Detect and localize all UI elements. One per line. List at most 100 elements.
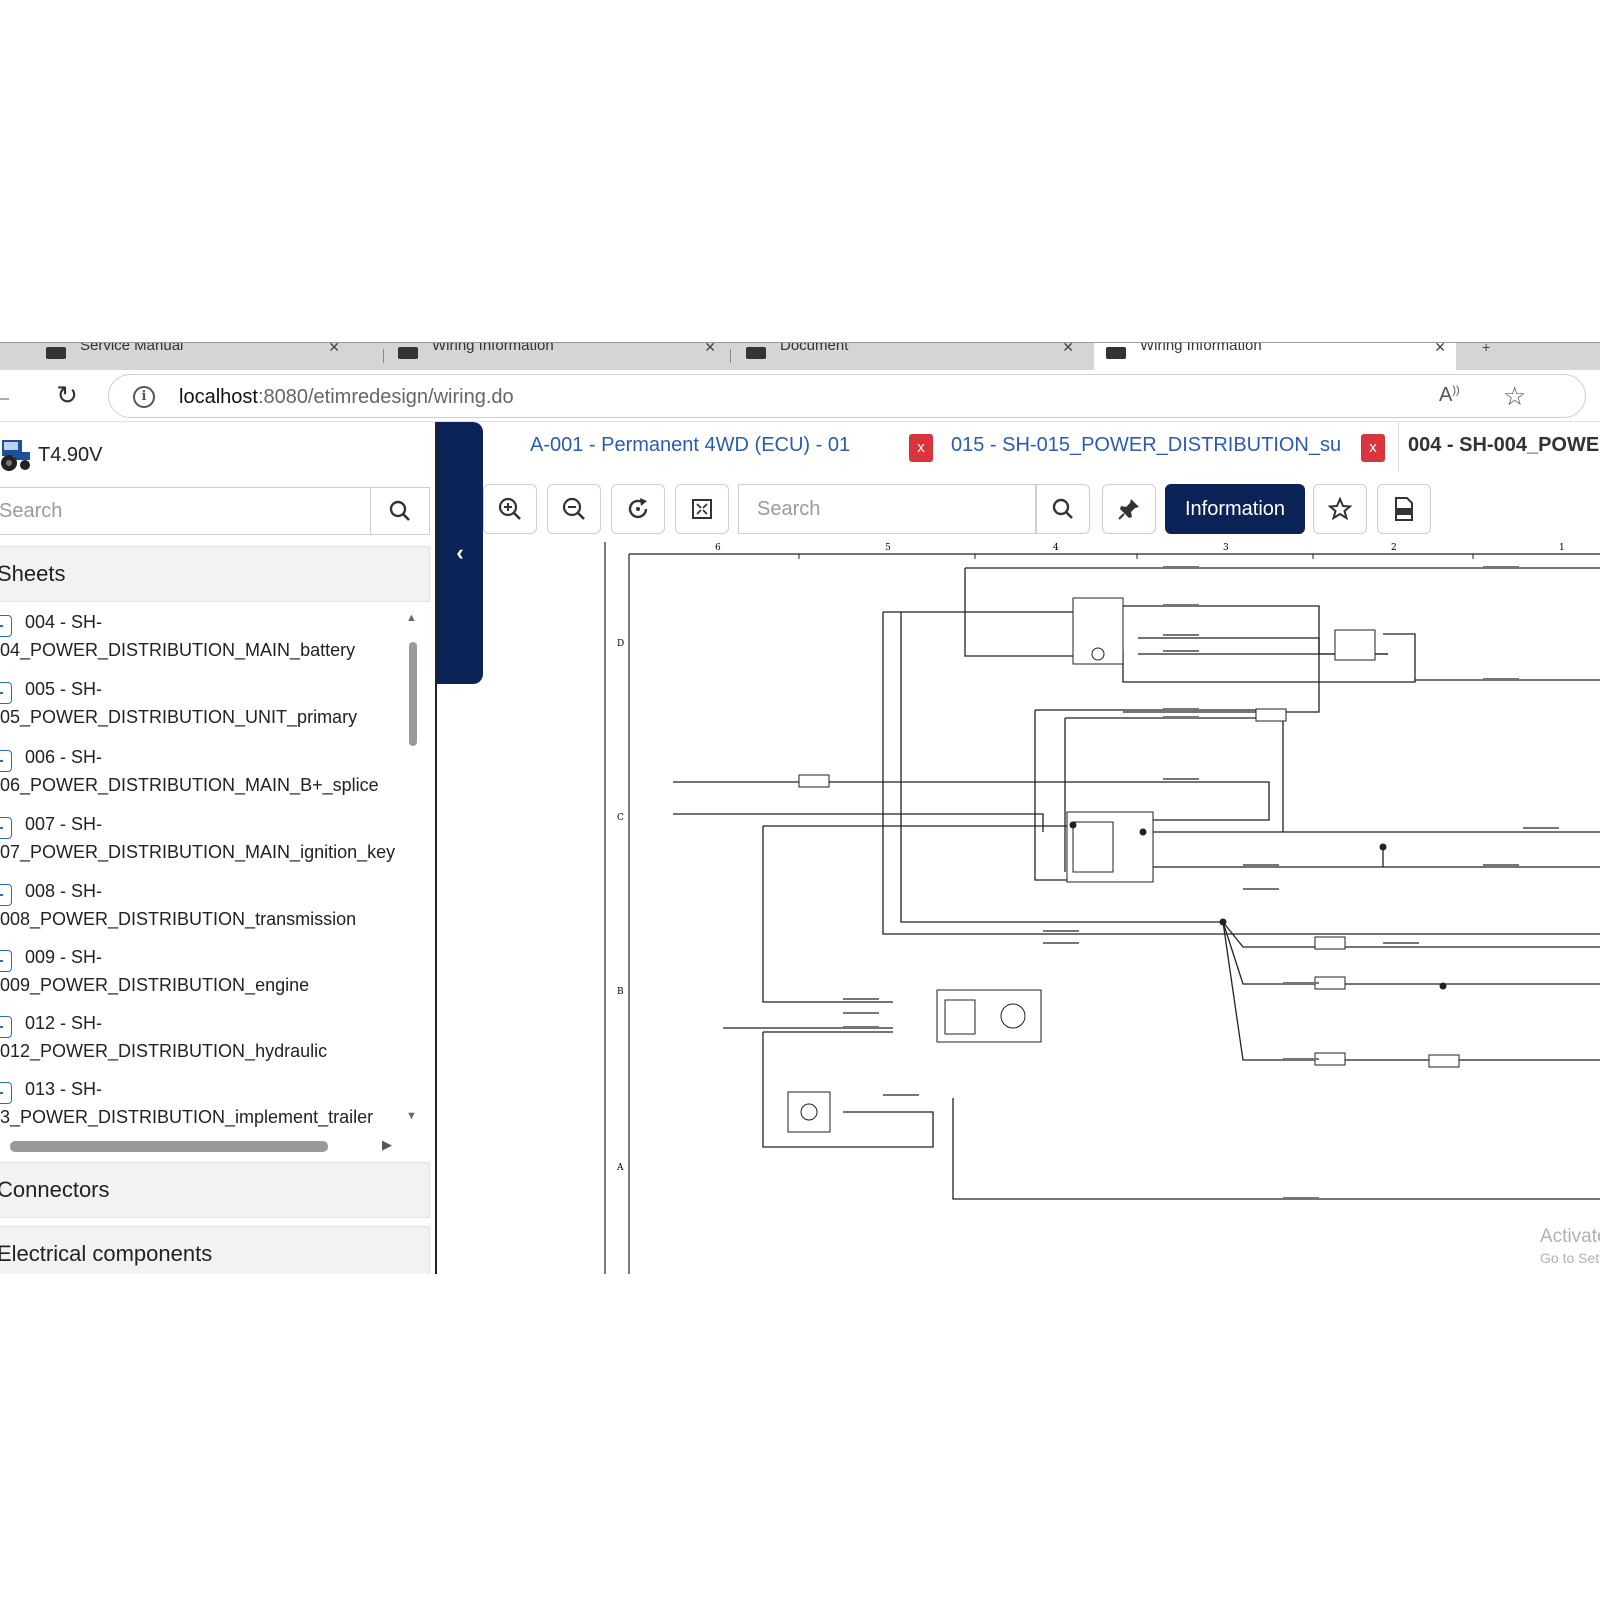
wire [762,826,893,1003]
collapse-icon[interactable] [0,1082,12,1104]
junction-dot [1379,843,1387,851]
plus-icon: + [1482,343,1491,355]
back-arrow-icon[interactable]: ← [0,382,14,410]
info-icon[interactable]: i [133,386,155,408]
sheet-item-name: 009_POWER_DISTRIBUTION_engine [0,975,310,995]
collapse-icon[interactable] [0,682,12,704]
new-tab-button[interactable]: + [1460,343,1520,370]
wire [952,1098,1600,1200]
sheet-item-number: 004 - SH- [25,612,103,632]
close-icon[interactable]: ✕ [328,343,340,356]
zoom-in-icon [498,497,521,520]
sheets-section-header[interactable]: Sheets [0,546,430,602]
browser-tab[interactable]: Wiring Information ✕ [386,343,726,370]
connectors-section-header[interactable]: Connectors [0,1162,430,1218]
export-pdf-button[interactable] [1377,484,1431,534]
favorite-button[interactable] [1313,484,1367,534]
browser-tab-active[interactable]: Wiring Information ✕ [1094,343,1456,370]
wire-label-mark [883,1094,919,1096]
collapse-icon[interactable] [0,950,12,972]
column-label: 1 [1559,543,1565,553]
diagram-search-button[interactable] [1036,484,1090,534]
wire-label-mark [1243,864,1279,866]
electrical-components-section-header[interactable]: Electrical components [0,1226,430,1274]
favorite-star-icon[interactable]: ☆ [1503,381,1526,412]
reload-icon[interactable]: ↻ [52,380,82,410]
sheet-item[interactable]: 012 - SH- 012_POWER_DISTRIBUTION_hydraul… [0,1013,406,1075]
sheet-item-name: 07_POWER_DISTRIBUTION_MAIN_ignition_key [0,842,396,862]
sheet-item[interactable]: 006 - SH- 06_POWER_DISTRIBUTION_MAIN_B+_… [0,747,406,809]
sheet-item[interactable]: 008 - SH- 008_POWER_DISTRIBUTION_transmi… [0,881,406,943]
sheet-item[interactable]: 009 - SH- 009_POWER_DISTRIBUTION_engine [0,947,406,1009]
sheet-item[interactable]: 007 - SH- 07_POWER_DISTRIBUTION_MAIN_ign… [0,814,406,876]
row-label: C [617,813,624,823]
tab-favicon-icon [1106,347,1126,359]
sidebar-search-input[interactable] [0,488,371,534]
sheet-list-vertical-scrollbar[interactable]: ▲ ▼ [406,606,420,1136]
wire-label-mark [1043,930,1079,932]
sheets-header-label: Sheets [0,561,66,586]
doc-tab-1[interactable]: A-001 - Permanent 4WD (ECU) - 01 [530,434,850,457]
pin-button[interactable] [1102,484,1156,534]
sheet-item[interactable]: 004 - SH- 04_POWER_DISTRIBUTION_MAIN_bat… [0,612,406,674]
url-text[interactable]: localhost:8080/etimredesign/wiring.do [179,386,514,409]
scrollbar-thumb[interactable] [409,642,417,746]
address-bar-row: ← ↻ i localhost:8080/etimredesign/wiring… [0,370,1600,422]
document-tabs: A-001 - Permanent 4WD (ECU) - 01 x 015 -… [483,422,1600,472]
sheet-item-name: 06_POWER_DISTRIBUTION_MAIN_B+_splice [0,775,379,795]
wire-label-mark [1383,942,1419,944]
collapse-icon[interactable] [0,884,12,906]
wire-label-mark [1163,650,1199,652]
read-aloud-icon[interactable]: A)) [1439,384,1460,407]
row-label: D [617,639,624,649]
scroll-down-icon[interactable]: ▼ [406,1110,417,1122]
motor-symbol-component [1000,1003,1026,1029]
browser-tab[interactable]: Service Manual ✕ [0,343,350,370]
search-icon [1052,498,1073,519]
activate-windows-watermark: Activate Windows [1540,1226,1600,1247]
scroll-right-icon[interactable]: ▶ [382,1137,392,1153]
doc-tab-1-close-button[interactable]: x [909,434,933,462]
address-bar[interactable]: i localhost:8080/etimredesign/wiring.do … [108,374,1586,418]
sidebar-search-button[interactable] [371,488,429,534]
frame-ticks [798,554,1474,559]
sidebar-search [0,487,430,535]
wire [882,612,1600,935]
close-icon[interactable]: ✕ [704,343,716,356]
sheet-item[interactable]: 005 - SH- 05_POWER_DISTRIBUTION_UNIT_pri… [0,679,406,741]
wire-label-mark [1163,566,1199,568]
collapse-sidebar-button[interactable]: ‹ [437,422,483,684]
collapse-icon[interactable] [0,750,12,772]
information-button[interactable]: Information [1165,484,1305,534]
reset-view-button[interactable] [611,484,665,534]
wiring-diagram-area[interactable]: 6 5 4 3 2 1 D C B A [483,542,1600,1274]
sheet-item-number: 005 - SH- [25,679,103,699]
activate-windows-watermark-sub: Go to Settings to activate Windows. [1540,1250,1600,1266]
star-icon [1328,497,1352,521]
sheet-list-horizontal-scrollbar[interactable]: ▶ [0,1137,420,1153]
wiring-diagram[interactable]: 6 5 4 3 2 1 D C B A [483,542,1600,1274]
scrollbar-thumb[interactable] [10,1141,328,1152]
diagram-search-input[interactable] [738,484,1036,534]
collapse-icon[interactable] [0,1016,12,1038]
junction-dot [1069,821,1077,829]
doc-tab-3-active[interactable]: 004 - SH-004_POWE [1408,434,1599,457]
collapse-icon[interactable] [0,615,12,637]
zoom-out-button[interactable] [547,484,601,534]
doc-tab-2-close-button[interactable]: x [1361,434,1385,462]
junction-dot [1439,982,1447,990]
wire-label-mark [1163,716,1199,718]
fit-to-screen-button[interactable] [675,484,729,534]
sheet-item-number: 013 - SH- [25,1079,103,1099]
doc-tab-2[interactable]: 015 - SH-015_POWER_DISTRIBUTION_su [951,434,1341,457]
scroll-up-icon[interactable]: ▲ [406,612,417,624]
wire [1222,921,1600,985]
zoom-in-button[interactable] [483,484,537,534]
sheet-item-name: 05_POWER_DISTRIBUTION_UNIT_primary [0,707,358,727]
collapse-icon[interactable] [0,817,12,839]
sheet-item[interactable]: 013 - SH- 3_POWER_DISTRIBUTION_implement… [0,1079,406,1136]
browser-tab[interactable]: Document ✕ [734,343,1084,370]
close-icon[interactable]: ✕ [1062,343,1074,356]
wire-label-mark [1483,566,1519,568]
close-icon[interactable]: ✕ [1434,343,1446,356]
